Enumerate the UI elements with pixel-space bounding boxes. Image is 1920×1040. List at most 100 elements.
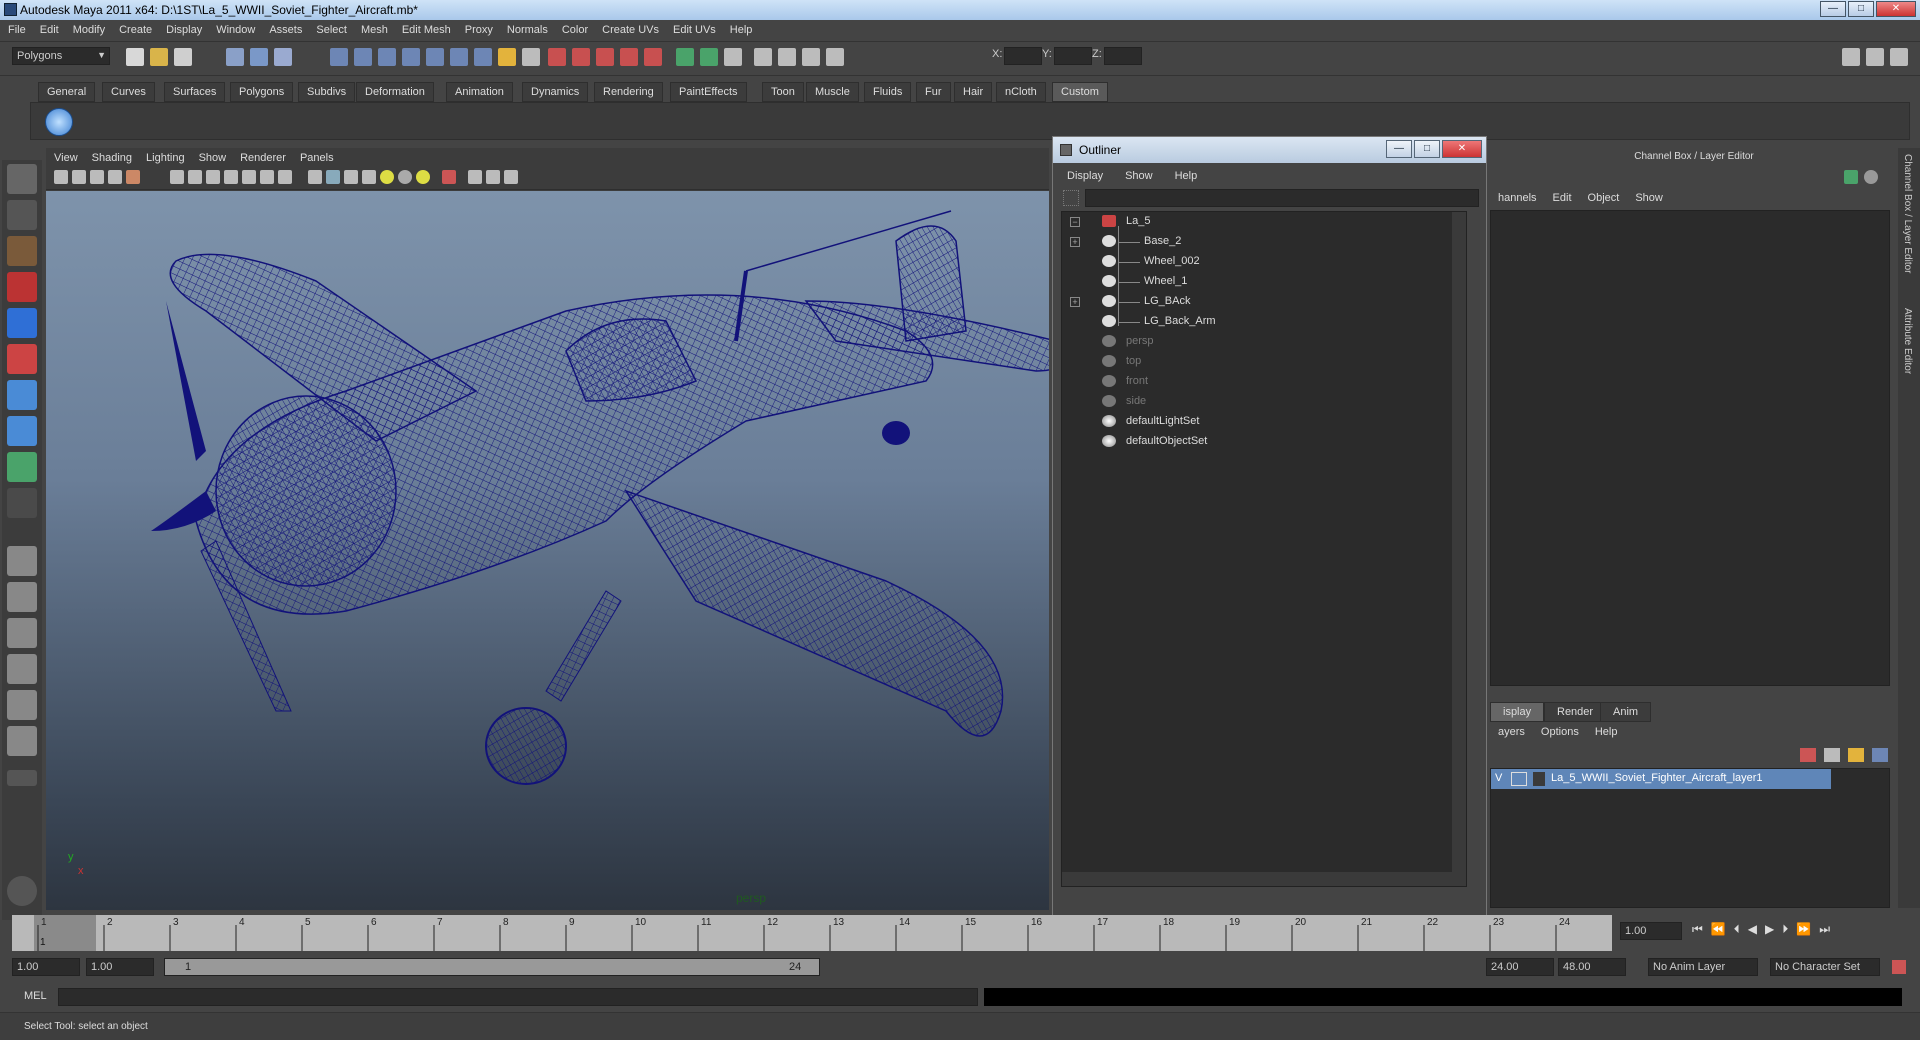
resolution-gate-icon[interactable] [206, 170, 220, 184]
x-input[interactable] [1004, 47, 1042, 65]
outliner-minimize-button[interactable]: — [1386, 140, 1412, 158]
safe-title-icon[interactable] [278, 170, 292, 184]
shelf-tab-muscle[interactable]: Muscle [806, 82, 859, 102]
default-light-icon[interactable] [380, 170, 394, 184]
all-lights-icon[interactable] [398, 170, 412, 184]
menu-mesh[interactable]: Mesh [353, 20, 394, 36]
perspective-viewport[interactable]: y x persp [46, 191, 1049, 910]
cb-menu-channels[interactable]: hannels [1490, 190, 1545, 204]
shelf-tab-surfaces[interactable]: Surfaces [164, 82, 226, 102]
wireframe-icon[interactable] [308, 170, 322, 184]
step-forward-frame-icon[interactable]: ⏵ [1782, 922, 1788, 940]
menu-file[interactable]: File [0, 20, 32, 36]
lock-icon[interactable] [498, 48, 516, 66]
outliner-item-default-object-set[interactable]: defaultObjectSet [1062, 432, 1452, 452]
menu-edit[interactable]: Edit [32, 20, 65, 36]
wireframe-on-shaded-icon[interactable] [344, 170, 358, 184]
select-by-object-icon[interactable] [250, 48, 268, 66]
relative-icon[interactable] [802, 48, 820, 66]
shelf-tab-hair[interactable]: Hair [954, 82, 993, 102]
go-to-end-icon[interactable]: ⏭ [1819, 922, 1830, 940]
film-gate-icon[interactable] [188, 170, 202, 184]
expand-icon[interactable]: + [1070, 297, 1080, 307]
select-tool-icon[interactable] [7, 164, 37, 194]
shelf-tab-custom[interactable]: Custom [1052, 82, 1108, 102]
outliner-item-lg-back-arm[interactable]: LG_Back_Arm [1062, 312, 1452, 332]
render-current-icon[interactable] [548, 48, 566, 66]
persp-outliner-layout-icon[interactable] [7, 618, 37, 648]
menu-edit-mesh[interactable]: Edit Mesh [394, 20, 457, 36]
outliner-item-lg-back[interactable]: + LG_BAck [1062, 292, 1452, 312]
channel-box-toggle-icon[interactable] [724, 48, 742, 66]
outliner-vertical-scrollbar[interactable] [1452, 212, 1466, 886]
menu-create-uvs[interactable]: Create UVs [594, 20, 665, 36]
step-back-frame-icon[interactable]: ⏴ [1734, 922, 1740, 940]
toggle-attribute-editor-icon[interactable] [1842, 48, 1860, 66]
manipulator-tool-icon[interactable] [7, 380, 37, 410]
step-forward-key-icon[interactable]: ⏩ [1796, 922, 1811, 940]
vp-menu-show[interactable]: Show [191, 148, 233, 164]
menu-create[interactable]: Create [111, 20, 158, 36]
outliner-item-front[interactable]: front [1062, 372, 1452, 392]
side-tab-channel-box[interactable]: Channel Box / Layer Editor [1902, 154, 1913, 274]
layer-menu-layers[interactable]: ayers [1490, 724, 1533, 738]
shelf-tab-ncloth[interactable]: nCloth [996, 82, 1046, 102]
filter-toggle-icon[interactable] [1063, 190, 1079, 206]
move-tool-icon[interactable] [7, 272, 37, 302]
toggle-channel-box-icon[interactable] [1890, 48, 1908, 66]
vp-menu-view[interactable]: View [46, 148, 84, 164]
show-hide-tool-icon[interactable] [700, 48, 718, 66]
layer-row[interactable]: V La_5_WWII_Soviet_Fighter_Aircraft_laye… [1491, 769, 1831, 789]
expand-icon[interactable]: + [1070, 237, 1080, 247]
transform-mode-icon[interactable] [754, 48, 772, 66]
character-set-selector[interactable]: No Character Set [1770, 958, 1880, 976]
menu-select[interactable]: Select [308, 20, 353, 36]
rotate-tool-icon[interactable] [7, 308, 37, 338]
select-by-component-icon[interactable] [274, 48, 292, 66]
make-live-icon[interactable] [426, 48, 444, 66]
menu-edit-uvs[interactable]: Edit UVs [665, 20, 722, 36]
outliner-titlebar[interactable]: Outliner — □ ✕ [1053, 137, 1486, 163]
outliner-menu-help[interactable]: Help [1161, 167, 1206, 182]
scale-tool-icon[interactable] [7, 344, 37, 374]
shelf-tab-toon[interactable]: Toon [762, 82, 804, 102]
anim-layer-selector[interactable]: No Anim Layer [1648, 958, 1758, 976]
new-layer-move-icon[interactable] [1872, 748, 1888, 762]
channel-box-area[interactable] [1490, 210, 1890, 686]
shelf-tab-general[interactable]: General [38, 82, 96, 102]
command-language-label[interactable]: MEL [24, 990, 47, 1002]
ipr-render-icon[interactable] [572, 48, 590, 66]
hypershade-layout-icon[interactable] [7, 690, 37, 720]
menu-color[interactable]: Color [554, 20, 594, 36]
camera-select-icon[interactable] [54, 170, 68, 184]
shelf-tab-deformation[interactable]: Deformation [356, 82, 434, 102]
menu-assets[interactable]: Assets [261, 20, 308, 36]
y-input[interactable] [1054, 47, 1092, 65]
vp-menu-renderer[interactable]: Renderer [232, 148, 292, 164]
start-time-field[interactable]: 1.00 [12, 958, 80, 976]
rename-icon[interactable] [826, 48, 844, 66]
gate-mask-icon[interactable] [224, 170, 238, 184]
layer-visibility-toggle[interactable]: V [1495, 772, 1502, 784]
outliner-item-default-light-set[interactable]: defaultLightSet [1062, 412, 1452, 432]
shelf-tab-painteffects[interactable]: PaintEffects [670, 82, 747, 102]
menu-display[interactable]: Display [158, 20, 208, 36]
xray-icon[interactable] [468, 170, 482, 184]
channel-box-info-icon[interactable] [1864, 170, 1878, 184]
menu-proxy[interactable]: Proxy [457, 20, 499, 36]
minimize-button[interactable]: — [1820, 1, 1846, 17]
render-view-icon[interactable] [644, 48, 662, 66]
shelf-tab-animation[interactable]: Animation [446, 82, 513, 102]
single-perspective-layout-icon[interactable] [7, 546, 37, 576]
shelf-tab-rendering[interactable]: Rendering [594, 82, 663, 102]
hypershade-icon[interactable] [620, 48, 638, 66]
soft-mod-tool-icon[interactable] [7, 416, 37, 446]
shadows-icon[interactable] [416, 170, 430, 184]
menu-set-selector[interactable]: Polygons ▼ [12, 47, 110, 65]
xray-components-icon[interactable] [504, 170, 518, 184]
outliner-horizontal-scrollbar[interactable] [1062, 872, 1466, 886]
cb-menu-object[interactable]: Object [1580, 190, 1628, 204]
layer-playback-toggle[interactable] [1511, 772, 1527, 786]
new-scene-icon[interactable] [126, 48, 144, 66]
layer-tab-display[interactable]: isplay [1490, 702, 1545, 722]
